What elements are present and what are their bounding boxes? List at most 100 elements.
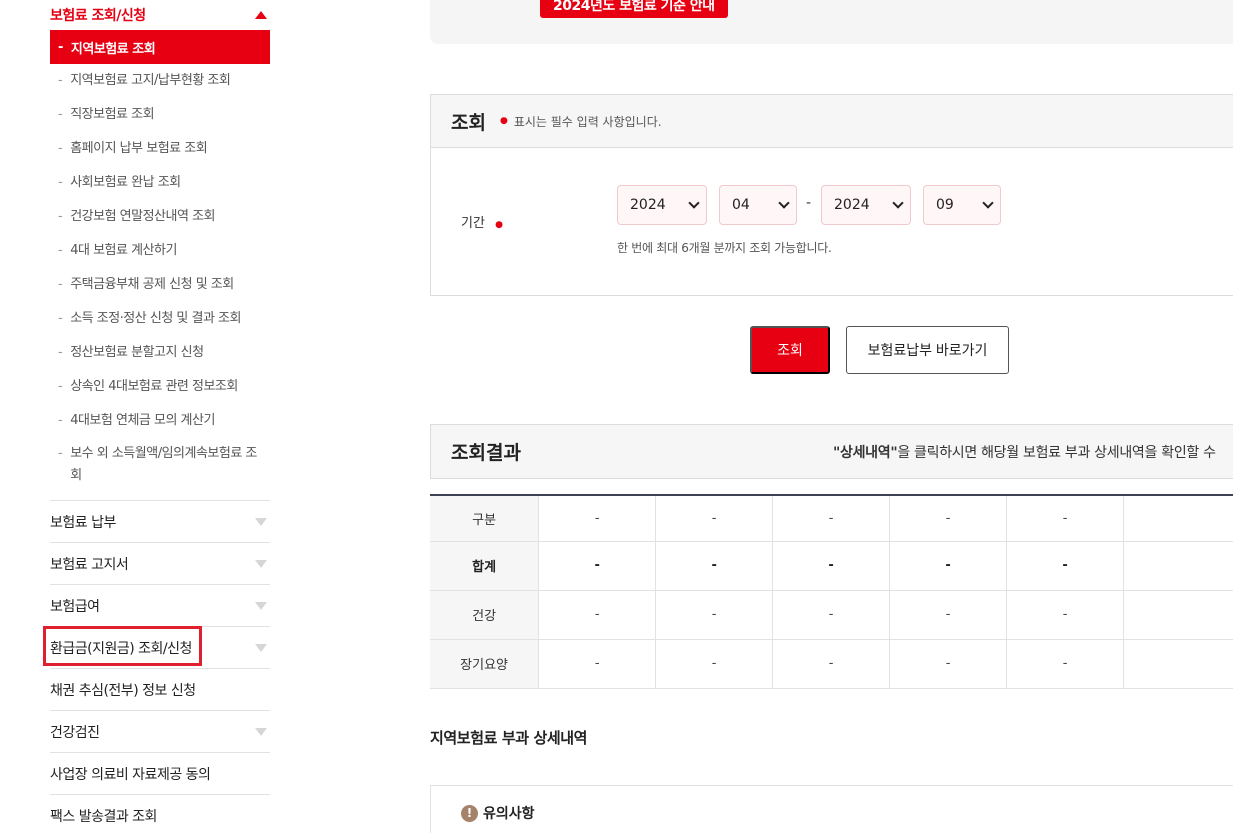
exclamation-icon: ! [461, 804, 478, 822]
table-cell: - [538, 541, 656, 591]
sidebar-sub-item-label: 4대 보험료 계산하기 [70, 243, 177, 258]
sidebar-section-fax-result[interactable]: 팩스 발송결과 조회 [50, 795, 270, 833]
dash-icon: - [58, 446, 63, 461]
result-header: 조회결과 "상세내역"을 클릭하시면 해당월 보험료 부과 상세내역을 확인할 … [430, 424, 1233, 479]
expand-arrow-icon [255, 559, 267, 568]
sidebar-nav: 보험료 조회/신청 - 지역보험료 조회 - 지역보험료 고지/납부현황 조회 -… [43, 0, 270, 833]
page: 보험료 조회/신청 - 지역보험료 조회 - 지역보험료 고지/납부현황 조회 -… [0, 0, 1233, 833]
sidebar-section-label: 보험료 납부 [50, 514, 116, 531]
period-label-text: 기간 [461, 216, 485, 231]
expand-arrow-icon [255, 643, 267, 652]
sidebar-sub-item[interactable]: - 상속인 4대보험료 관련 정보조회 [50, 370, 270, 404]
sidebar-sub-item-label: 보수 외 소득월액/임의계속보험료 조회 [70, 446, 257, 483]
row-header: 건강 [430, 590, 539, 640]
sidebar-section-medical-consent[interactable]: 사업장 의료비 자료제공 동의 [50, 753, 270, 795]
sidebar-sub-item-label: 소득 조정·정산 신청 및 결과 조회 [70, 311, 241, 326]
table-cell: - [538, 495, 656, 542]
sidebar-sub-item[interactable]: - 사회보험료 완납 조회 [50, 166, 270, 200]
table-cell: - [1006, 541, 1124, 591]
sidebar-section-label: 사업장 의료비 자료제공 동의 [50, 766, 211, 783]
table-cell: - [655, 541, 773, 591]
end-year-value: 2024 [834, 197, 870, 213]
sidebar-section-label: 팩스 발송결과 조회 [50, 808, 157, 825]
sidebar-sub-item-active[interactable]: - 지역보험료 조회 [50, 30, 270, 64]
table-cell: - [889, 639, 1007, 689]
table-cell: - [655, 590, 773, 640]
end-month-value: 09 [936, 197, 954, 213]
sidebar-sub-item[interactable]: - 건강보험 연말정산내역 조회 [50, 200, 270, 234]
expand-arrow-icon [255, 727, 267, 736]
table-cell [1123, 639, 1233, 689]
sidebar-section-debt-collection[interactable]: 채권 추심(전부) 정보 신청 [50, 669, 270, 711]
chevron-down-icon [982, 197, 994, 209]
table-cell: - [889, 590, 1007, 640]
required-note-text: 표시는 필수 입력 사항입니다. [513, 114, 662, 129]
sidebar-sub-item[interactable]: - 정산보험료 분할고지 신청 [50, 336, 270, 370]
table-row: 구분 - - - - - [430, 495, 1233, 542]
dash-icon: - [58, 39, 63, 55]
sidebar-sub-item[interactable]: -4대 보험료 계산하기 [50, 234, 270, 268]
table-cell: - [1006, 590, 1124, 640]
end-month-select[interactable]: 09 [923, 185, 1001, 225]
start-month-value: 04 [732, 197, 750, 213]
sidebar-section-label: 보험료 조회/신청 [50, 8, 146, 24]
table-cell: - [772, 639, 890, 689]
sidebar-sub-item-label: 사회보험료 완납 조회 [70, 175, 181, 190]
table-cell: - [772, 495, 890, 542]
sidebar-sub-item-label: 정산보험료 분할고지 신청 [70, 345, 204, 360]
sidebar-section-health-checkup[interactable]: 건강검진 [50, 711, 270, 753]
chevron-down-icon [778, 197, 790, 209]
sidebar-sub-item-label: 지역보험료 고지/납부현황 조회 [70, 73, 231, 88]
sidebar-sub-item[interactable]: - 주택금융부채 공제 신청 및 조회 [50, 268, 270, 302]
sidebar-sub-item-label: 주택금융부채 공제 신청 및 조회 [70, 277, 234, 292]
premium-standard-notice-button[interactable]: 2024년도 보험료 기준 안내 [540, 0, 728, 18]
sidebar-section-label: 채권 추심(전부) 정보 신청 [50, 682, 196, 699]
table-cell [1123, 495, 1233, 542]
sidebar-sub-item-label: 직장보험료 조회 [70, 107, 155, 122]
required-note: ● 표시는 필수 입력 사항입니다. [500, 113, 662, 130]
sidebar-sub-item[interactable]: -4대보험 연체금 모의 계산기 [50, 404, 270, 438]
table-cell: - [1006, 639, 1124, 689]
result-table: 구분 - - - - - 합계 - - - - - 건강 - - - - - 장… [430, 494, 1233, 689]
highlight-box [43, 626, 202, 666]
table-row: 합계 - - - - - [430, 541, 1233, 591]
dash-icon: - [58, 345, 63, 360]
end-year-select[interactable]: 2024 [821, 185, 911, 225]
query-title: 조회 [451, 111, 486, 134]
sidebar-sub-item[interactable]: - 소득 조정·정산 신청 및 결과 조회 [50, 302, 270, 336]
row-header: 구분 [430, 495, 539, 542]
period-hint: 한 번에 최대 6개월 분까지 조회 가능합니다. [617, 241, 832, 255]
dash-icon: - [58, 141, 63, 156]
collapse-arrow-icon [255, 11, 267, 19]
expand-arrow-icon [255, 601, 267, 610]
sidebar-sub-item[interactable]: - 직장보험료 조회 [50, 98, 270, 132]
start-month-select[interactable]: 04 [719, 185, 797, 225]
caution-box: ! 유의사항 [430, 785, 1233, 833]
table-cell: - [538, 639, 656, 689]
caution-heading: ! 유의사항 [461, 803, 535, 823]
sidebar-section-label: 보험급여 [50, 598, 100, 615]
result-title: 조회결과 [451, 442, 521, 464]
search-button[interactable]: 조회 [750, 326, 830, 374]
dash-icon: - [58, 107, 63, 122]
sidebar-section-insurance-benefits[interactable]: 보험급여 [50, 585, 270, 627]
sidebar-sub-item-label: 홈페이지 납부 보험료 조회 [70, 141, 208, 156]
sidebar-sub-item[interactable]: - 보수 외 소득월액/임의계속보험료 조회 [50, 438, 270, 493]
expand-arrow-icon [255, 517, 267, 526]
sidebar-section-label: 건강검진 [50, 724, 100, 741]
start-year-select[interactable]: 2024 [617, 185, 707, 225]
result-note-emphasis: "상세내역" [833, 445, 898, 461]
table-cell: - [772, 541, 890, 591]
sidebar-section-refund[interactable]: 환급금(지원금) 조회/신청 [43, 626, 270, 669]
go-payment-button[interactable]: 보험료납부 바로가기 [846, 326, 1009, 374]
required-dot-icon: ● [499, 116, 508, 126]
query-panel-header: 조회 ● 표시는 필수 입력 사항입니다. [431, 95, 1233, 148]
dash-icon: - [58, 379, 63, 394]
sidebar-section-premium-bill[interactable]: 보험료 고지서 [50, 543, 270, 585]
sidebar-sub-item-label: 4대보험 연체금 모의 계산기 [70, 413, 215, 428]
sidebar-sub-item[interactable]: - 지역보험료 고지/납부현황 조회 [50, 64, 270, 98]
sidebar-section-premium-inquiry[interactable]: 보험료 조회/신청 [50, 0, 270, 30]
table-row: 장기요양 - - - - - [430, 639, 1233, 689]
sidebar-sub-item[interactable]: - 홈페이지 납부 보험료 조회 [50, 132, 270, 166]
sidebar-section-premium-payment[interactable]: 보험료 납부 [50, 501, 270, 543]
